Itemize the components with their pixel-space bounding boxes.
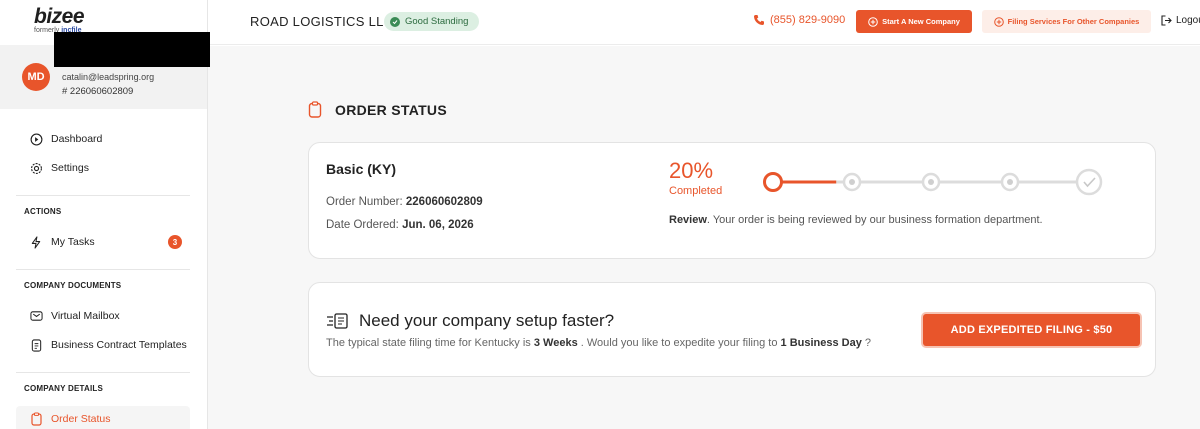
- order-number-label: Order Number:: [326, 196, 403, 208]
- phone-link[interactable]: (855) 829-9090: [753, 14, 845, 26]
- sidebar-item-my-tasks[interactable]: My Tasks 3: [16, 229, 190, 255]
- plus-circle-icon: [868, 16, 878, 27]
- logout-icon: [1161, 15, 1172, 26]
- order-date-line: Date Ordered: Jun. 06, 2026: [326, 219, 474, 231]
- order-date-label: Date Ordered:: [326, 219, 399, 231]
- progress-step-current: [763, 172, 783, 192]
- gear-icon: [29, 161, 43, 175]
- redaction-block: [54, 32, 210, 67]
- expedite-sub-prefix: The typical state filing time for Kentuc…: [326, 337, 531, 349]
- logout-button[interactable]: Logout: [1161, 15, 1200, 26]
- filing-services-label: Filing Services For Other Companies: [1007, 17, 1140, 26]
- order-status-card: Basic (KY) Order Number: 226060602809 Da…: [308, 142, 1156, 259]
- sidebar-divider: [16, 195, 190, 196]
- sidebar-divider: [16, 372, 190, 373]
- start-new-company-label: Start A New Company: [882, 17, 960, 26]
- sidebar: bizee formerly incfile MD catalin@leadsp…: [0, 0, 210, 429]
- expedite-day: 1 Business Day: [780, 337, 862, 349]
- sidebar-item-label: Dashboard: [51, 133, 103, 145]
- expedite-subtext: The typical state filing time for Kentuc…: [326, 337, 871, 349]
- expedite-title-text: Need your company setup faster?: [359, 311, 615, 330]
- progress-step-final: [1075, 168, 1103, 196]
- order-number: 226060602809: [405, 196, 483, 208]
- progress-step-dot: [928, 179, 934, 185]
- sidebar-item-dashboard[interactable]: Dashboard: [16, 126, 190, 152]
- sidebar-item-label: Settings: [51, 162, 89, 174]
- check-circle-icon: [390, 16, 400, 27]
- logout-label: Logout: [1176, 15, 1200, 26]
- page-title: ORDER STATUS: [308, 101, 447, 118]
- expedite-sub-suffix: ?: [864, 337, 872, 349]
- standing-label: Good Standing: [405, 16, 469, 27]
- user-id: # 226060602809: [62, 86, 134, 97]
- expedite-title: Need your company setup faster?: [326, 311, 614, 331]
- phone-number: (855) 829-9090: [770, 14, 846, 26]
- main-content: ORDER STATUS Basic (KY) Order Number: 22…: [208, 46, 1200, 429]
- plan-name: Basic (KY): [326, 161, 397, 177]
- add-expedited-filing-button[interactable]: ADD EXPEDITED FILING - $50: [923, 314, 1140, 346]
- progress-label: Completed: [669, 185, 723, 197]
- mailbox-icon: [29, 309, 43, 323]
- clipboard-icon: [29, 412, 43, 426]
- user-email: catalin@leadspring.org: [62, 72, 155, 82]
- section-label-company-documents: COMPANY DOCUMENTS: [24, 281, 122, 290]
- lightning-icon: [29, 235, 43, 249]
- sidebar-item-label: Business Contract Templates: [51, 339, 187, 351]
- progress-percent: 20%: [669, 158, 714, 183]
- expedite-weeks: 3 Weeks: [533, 337, 578, 349]
- sidebar-item-settings[interactable]: Settings: [16, 155, 190, 181]
- order-date: Jun. 06, 2026: [402, 219, 474, 231]
- review-status-text: Review. Your order is being reviewed by …: [669, 214, 1043, 226]
- phone-icon: [753, 14, 765, 26]
- logo-text: bizee: [34, 5, 85, 28]
- company-name: ROAD LOGISTICS LLC: [250, 14, 394, 29]
- filing-services-button[interactable]: Filing Services For Other Companies: [982, 10, 1151, 33]
- progress-step-dot: [849, 179, 855, 185]
- sidebar-item-label: Order Status: [51, 413, 111, 425]
- progress-tracker: [763, 168, 1103, 196]
- brand-logo[interactable]: bizee formerly incfile: [34, 5, 85, 35]
- start-new-company-button[interactable]: Start A New Company: [856, 10, 972, 33]
- sidebar-divider: [16, 269, 190, 270]
- sidebar-item-label: My Tasks: [51, 236, 95, 248]
- expedite-card: Need your company setup faster? The typi…: [308, 282, 1156, 377]
- document-icon: [29, 338, 43, 352]
- plus-circle-icon: [993, 16, 1004, 27]
- section-label-actions: ACTIONS: [24, 207, 62, 216]
- page-title-text: ORDER STATUS: [335, 101, 447, 118]
- avatar: MD: [22, 63, 50, 91]
- sidebar-item-virtual-mailbox[interactable]: Virtual Mailbox: [16, 303, 190, 329]
- sidebar-item-label: Virtual Mailbox: [51, 310, 120, 322]
- clipboard-icon: [308, 101, 322, 118]
- sidebar-item-contract-templates[interactable]: Business Contract Templates: [16, 332, 190, 358]
- order-number-line: Order Number: 226060602809: [326, 196, 483, 208]
- tasks-count-badge: 3: [168, 235, 182, 249]
- review-title: Review: [669, 214, 707, 226]
- fast-delivery-icon: [326, 312, 350, 330]
- top-header: ROAD LOGISTICS LLC Good Standing (855) 8…: [208, 0, 1200, 45]
- section-label-company-details: COMPANY DETAILS: [24, 384, 104, 393]
- expedite-sub-middle: . Would you like to expedite your filing…: [580, 337, 778, 349]
- dashboard-icon: [29, 132, 43, 146]
- review-description: . Your order is being reviewed by our bu…: [706, 214, 1043, 226]
- progress-step-dot: [1007, 179, 1013, 185]
- sidebar-item-order-status[interactable]: Order Status: [16, 406, 190, 429]
- standing-badge: Good Standing: [384, 12, 480, 31]
